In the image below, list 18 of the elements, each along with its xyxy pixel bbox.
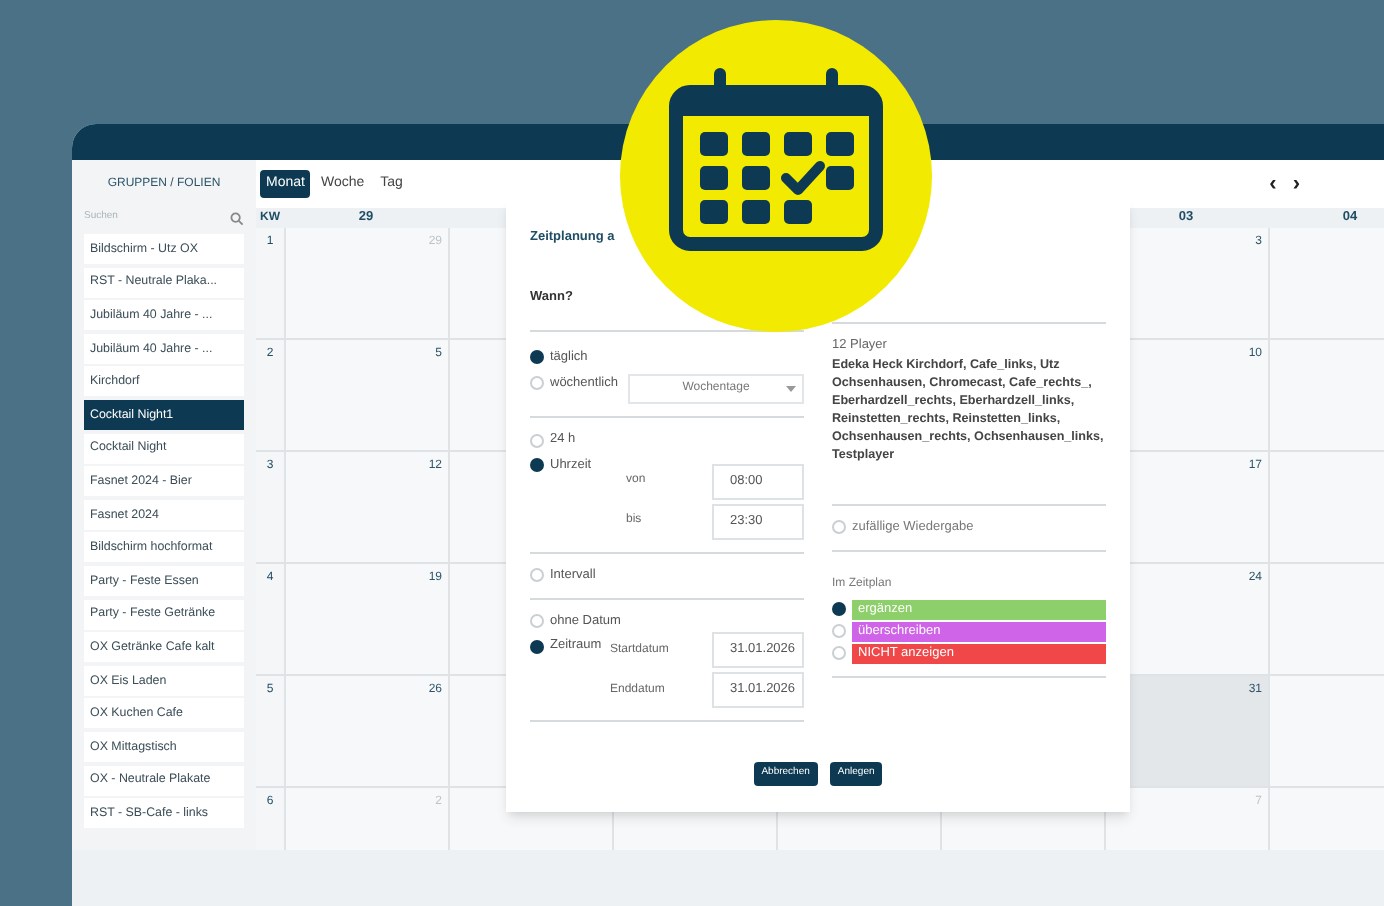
checkbox[interactable]	[530, 568, 544, 583]
day-cell[interactable]	[1268, 340, 1384, 450]
search-icon	[230, 211, 244, 225]
radio-button[interactable]	[530, 639, 544, 654]
radio-button[interactable]	[832, 624, 846, 638]
radio-button[interactable]	[832, 602, 846, 616]
caret-icon	[786, 386, 796, 393]
radio-button[interactable]	[530, 458, 544, 473]
day-cell[interactable]	[1268, 452, 1384, 562]
radio-button[interactable]	[832, 646, 846, 660]
radio-button[interactable]	[530, 613, 544, 628]
checkbox[interactable]	[832, 520, 846, 535]
day-cell[interactable]	[1268, 228, 1384, 338]
day-cell[interactable]	[1268, 676, 1384, 786]
radio-button[interactable]	[530, 350, 544, 365]
radio-button[interactable]	[530, 433, 544, 448]
radio-button[interactable]	[530, 375, 544, 390]
day-cell[interactable]	[1268, 564, 1384, 674]
